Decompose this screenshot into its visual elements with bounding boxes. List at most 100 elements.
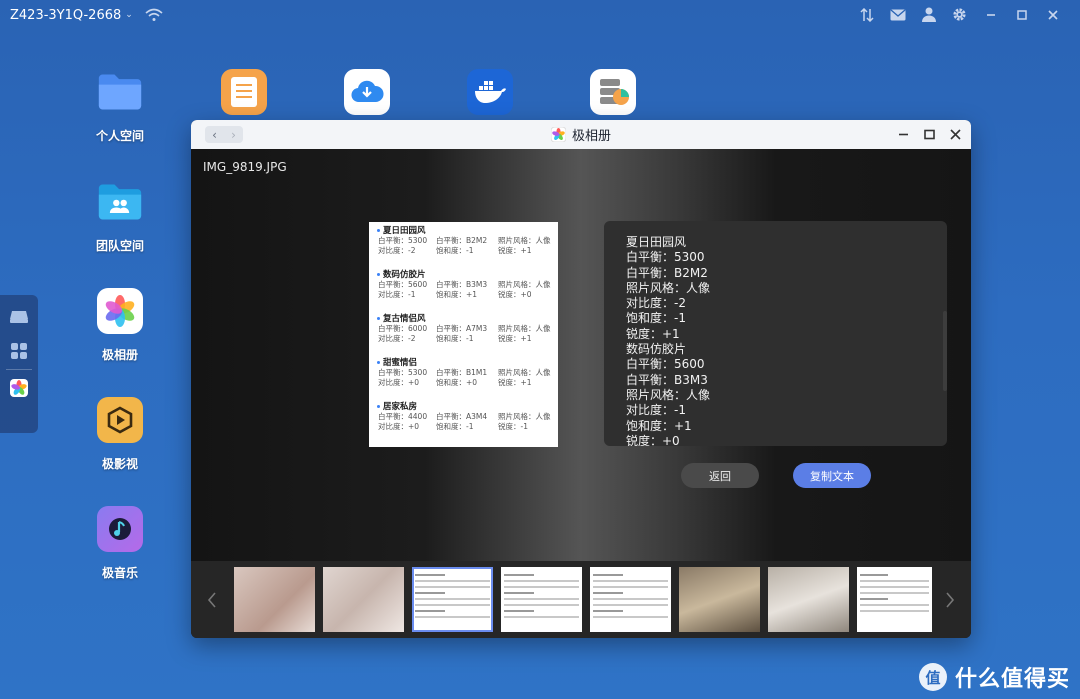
desktop-icon-label: 极音乐 xyxy=(101,566,138,580)
doc-cell: 照片风格：人像 xyxy=(498,324,551,333)
watermark-text: 什么值得买 xyxy=(954,667,1070,692)
thumbnail[interactable] xyxy=(501,567,582,632)
doc-cell: 白平衡：B2M2 xyxy=(436,236,488,245)
doc-cell: 白平衡：B3M3 xyxy=(436,280,488,289)
copy-text-button[interactable]: 复制文本 xyxy=(793,463,871,488)
bullet-icon xyxy=(377,316,380,320)
doc-cell: 锐度：-1 xyxy=(498,422,528,431)
video-app-icon xyxy=(97,397,143,443)
back-button[interactable]: 返回 xyxy=(681,463,759,488)
doc-cell: 饱和度：-1 xyxy=(436,422,474,431)
chevron-right-icon[interactable] xyxy=(937,561,963,638)
photo-preview[interactable]: 夏日田园风 白平衡：5300 白平衡：B2M2 照片风格：人像 对比度：-2 饱和度：… xyxy=(369,222,558,447)
gear-icon[interactable] xyxy=(950,6,969,23)
thumbnail[interactable] xyxy=(768,567,849,632)
maximize-icon[interactable] xyxy=(1012,6,1031,23)
forward-nav-button[interactable]: › xyxy=(224,126,243,143)
ocr-line: 白平衡：5300 xyxy=(626,250,705,265)
thumbnail[interactable] xyxy=(234,567,315,632)
doc-section-title: 数码仿胶片 xyxy=(383,270,426,280)
doc-section: 夏日田园风 白平衡：5300 白平衡：B2M2 照片风格：人像 对比度：-2 饱和度：… xyxy=(377,224,551,256)
photos-dock-icon[interactable] xyxy=(9,378,29,398)
minimize-icon[interactable] xyxy=(981,6,1000,23)
back-nav-button[interactable]: ‹ xyxy=(205,126,224,143)
doc-cell: 饱和度：-1 xyxy=(436,334,474,343)
ocr-line: 照片风格：人像 xyxy=(626,280,711,295)
doc-cell: 白平衡：6000 xyxy=(378,324,428,333)
desktop-icon-label: 团队空间 xyxy=(95,239,144,253)
watermark-logo-icon: 值 xyxy=(918,663,947,691)
doc-section-title: 夏日田园风 xyxy=(383,226,426,236)
ocr-line: 饱和度：-1 xyxy=(626,311,686,326)
window-minimize-icon[interactable] xyxy=(897,129,909,141)
close-icon[interactable] xyxy=(1043,6,1062,23)
desktop-icon-photos[interactable]: 极相册 xyxy=(75,288,165,363)
doc-section: 数码仿胶片 白平衡：5600 白平衡：B3M3 照片风格：人像 对比度：-1 饱和度：… xyxy=(377,268,551,300)
window-close-icon[interactable] xyxy=(949,129,961,141)
device-name: Z423-3Y1Q-2668 xyxy=(10,7,122,23)
desktop-icon-music[interactable]: 极音乐 xyxy=(75,506,165,581)
thumbnail-strip xyxy=(191,561,971,638)
photos-app-icon xyxy=(550,127,566,142)
apps-grid-icon[interactable] xyxy=(9,341,29,361)
thumbnail[interactable] xyxy=(679,567,760,632)
thumbnail-selected[interactable] xyxy=(412,567,493,632)
thumbnail[interactable] xyxy=(590,567,671,632)
window-titlebar[interactable]: ‹ › 极相册 xyxy=(191,120,971,149)
doc-cell: 白平衡：5300 xyxy=(378,368,428,377)
doc-cell: 白平衡：A7M3 xyxy=(436,324,488,333)
window-maximize-icon[interactable] xyxy=(923,129,935,141)
watermark: 值 什么值得买 xyxy=(918,661,1070,693)
ocr-line: 数码仿胶片 xyxy=(626,342,687,357)
team-folder-icon xyxy=(97,179,143,225)
thumbnail[interactable] xyxy=(323,567,404,632)
ocr-line: 锐度：+1 xyxy=(626,326,680,341)
chevron-down-icon: ⌄ xyxy=(125,10,133,20)
dock-divider xyxy=(6,369,32,370)
doc-cell: 照片风格：人像 xyxy=(498,236,551,245)
device-selector[interactable]: Z423-3Y1Q-2668 ⌄ xyxy=(10,8,133,23)
ocr-line: 锐度：+0 xyxy=(626,433,680,446)
doc-cell: 照片风格：人像 xyxy=(498,412,551,421)
desktop-icon-label: 极影视 xyxy=(101,457,138,471)
folder-icon xyxy=(97,69,143,115)
doc-section: 居家私房 白平衡：4400 白平衡：A3M4 照片风格：人像 对比度：+0 饱和度：-… xyxy=(377,400,551,432)
doc-cell: 白平衡：5600 xyxy=(378,280,428,289)
ocr-text-panel[interactable]: 夏日田园风 白平衡：5300 白平衡：B2M2 照片风格：人像 对比度：-2 饱… xyxy=(604,221,947,446)
drive-icon[interactable] xyxy=(9,307,29,327)
transfer-icon[interactable] xyxy=(857,6,876,23)
cloud-download-icon xyxy=(344,69,390,115)
chevron-left-icon[interactable] xyxy=(199,561,225,638)
doc-cell: 照片风格：人像 xyxy=(498,368,551,377)
doc-section-title: 复古情侣风 xyxy=(383,314,426,324)
desktop-icon-cloud-download[interactable] xyxy=(322,69,412,115)
doc-cell: 白平衡：A3M4 xyxy=(436,412,488,421)
mail-icon[interactable] xyxy=(888,6,907,23)
desktop-icon-docker[interactable] xyxy=(445,69,535,115)
doc-cell: 饱和度：+0 xyxy=(436,378,478,387)
photos-app-icon xyxy=(97,288,143,334)
bullet-icon xyxy=(377,228,380,232)
user-icon[interactable] xyxy=(919,6,938,23)
desktop-icon-notes[interactable] xyxy=(199,69,289,115)
doc-cell: 对比度：-2 xyxy=(378,246,416,255)
doc-cell: 锐度：+0 xyxy=(498,290,532,299)
left-dock xyxy=(0,295,38,433)
ocr-scrollbar[interactable] xyxy=(943,311,947,391)
top-bar: Z423-3Y1Q-2668 ⌄ xyxy=(0,0,1080,30)
desktop-icon-video[interactable]: 极影视 xyxy=(75,397,165,472)
photos-window: ‹ › 极相册 IMG_9819.JPG 夏日田园风 白平衡：5300 白平衡：B… xyxy=(191,120,971,638)
desktop-icon-personal-space[interactable]: 个人空间 xyxy=(75,69,165,144)
doc-section: 甜蜜情侣 白平衡：5300 白平衡：B1M1 照片风格：人像 对比度：+0 饱和度：+… xyxy=(377,356,551,388)
desktop-icon-team-space[interactable]: 团队空间 xyxy=(75,179,165,254)
ocr-line: 饱和度：+1 xyxy=(626,418,692,433)
ocr-line: 照片风格：人像 xyxy=(626,387,711,402)
desktop-icon-storage[interactable] xyxy=(568,69,658,115)
ocr-line: 白平衡：B3M3 xyxy=(626,372,708,387)
thumbnail[interactable] xyxy=(857,567,932,632)
ocr-line: 白平衡：5600 xyxy=(626,357,705,372)
storage-icon xyxy=(590,69,636,115)
wifi-icon xyxy=(145,8,163,21)
desktop-icon-label: 个人空间 xyxy=(95,129,144,143)
doc-cell: 对比度：+0 xyxy=(378,422,420,431)
